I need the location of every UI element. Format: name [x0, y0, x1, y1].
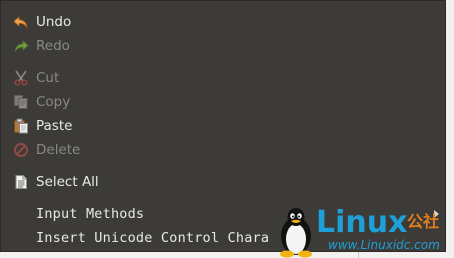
menu-item-label: Copy: [36, 94, 71, 110]
menu-item-cut[interactable]: Cut: [1, 66, 445, 90]
menu-item-select-all[interactable]: Select All: [1, 170, 445, 194]
menu-item-copy[interactable]: Copy: [1, 90, 445, 114]
tux-penguin-icon: [280, 208, 312, 258]
menu-item-label: Insert Unicode Control Chara: [36, 230, 270, 246]
menu-item-label: Cut: [36, 70, 60, 86]
copy-icon: [13, 94, 29, 110]
menu-item-redo[interactable]: Redo: [1, 34, 445, 58]
menu-item-label: Delete: [36, 142, 81, 158]
menu-item-label: Redo: [36, 38, 70, 54]
watermark-logo: Linux 公社 www.Linuxidc.com: [276, 206, 454, 258]
watermark-url: www.Linuxidc.com: [328, 238, 440, 252]
menu-item-delete[interactable]: Delete: [1, 138, 445, 162]
menu-item-label: Paste: [36, 118, 73, 134]
select-all-icon: [13, 174, 29, 190]
menu-item-undo[interactable]: Undo: [1, 10, 445, 34]
redo-icon: [13, 38, 29, 54]
menu-item-label: Undo: [36, 14, 72, 30]
cut-icon: [13, 70, 29, 86]
menu-item-paste[interactable]: Paste: [1, 114, 445, 138]
watermark-brand: Linux: [316, 205, 408, 240]
delete-icon: [13, 142, 29, 158]
menu-item-label: Select All: [36, 174, 99, 190]
undo-icon: [13, 14, 29, 30]
menu-item-label: Input Methods: [36, 206, 145, 222]
watermark-brand-suffix: 公社: [407, 212, 440, 231]
paste-icon: [13, 118, 29, 134]
